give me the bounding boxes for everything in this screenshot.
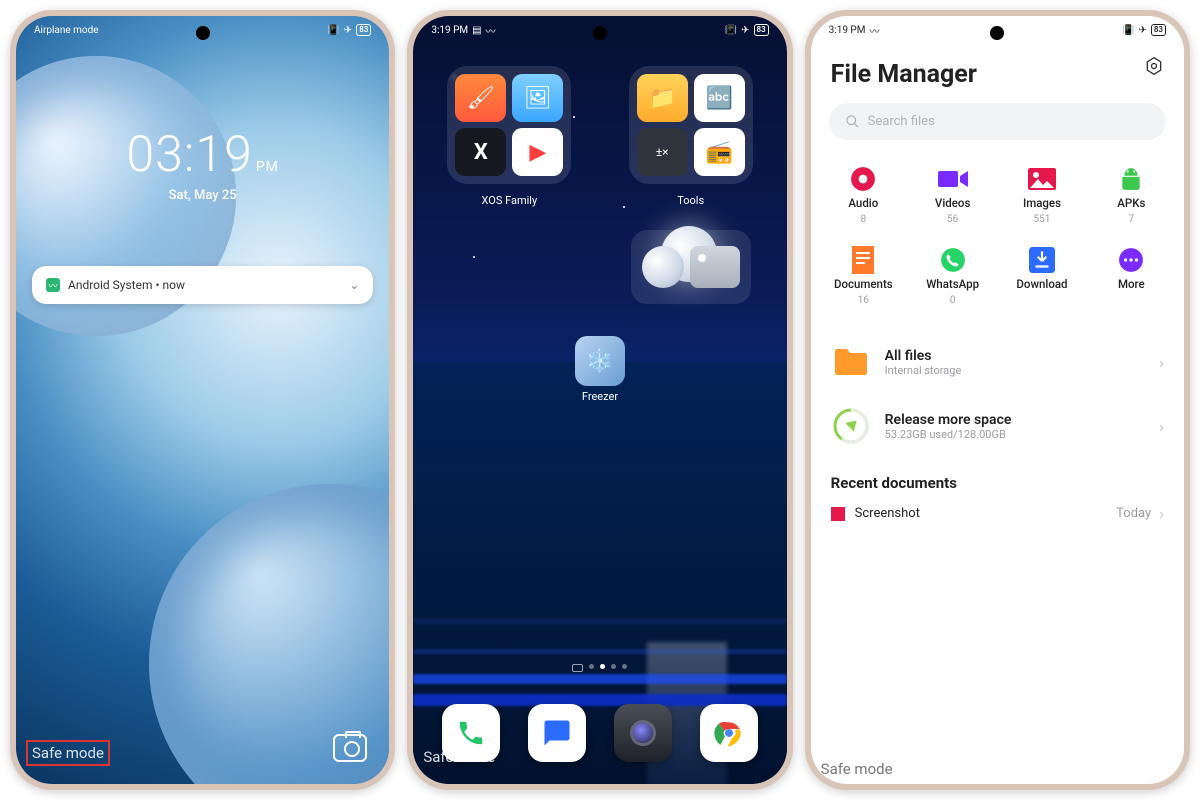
app-freezer[interactable]: ❄️ Freezer [575,336,625,403]
vibrate-icon: 📳 [725,25,737,36]
lock-clock: 03:19 PM Sat, May 25 [16,126,389,203]
status-time: 3:19 PM [431,25,468,36]
camera-icon [630,720,656,746]
camera-punch-hole [990,26,1004,40]
search-input[interactable]: Search files [829,103,1166,140]
theme-icon: 🖌 [467,86,495,111]
system-status-icon: 〰 [486,23,496,38]
row-title: Release more space [885,412,1146,428]
recent-header: Recent documents [811,458,1184,498]
all-files-row[interactable]: All filesInternal storage › [811,330,1184,394]
row-subtitle: Internal storage [885,364,1146,377]
clock-time: 03:19 [126,126,252,184]
search-icon [845,114,860,129]
chevron-right-icon: › [1159,417,1164,436]
chevron-right-icon: › [1159,353,1164,372]
recent-when: Today [1116,506,1151,521]
safe-mode-label: Safe mode [821,760,893,778]
folder-xos-family[interactable]: 🖌 🖼 X ▶ [447,66,571,184]
notif-title: Android System [68,278,153,292]
notification-card[interactable]: 〰 Android System • now ⌄ [32,266,373,304]
cat-apks[interactable]: APKs7 [1087,166,1176,225]
chevron-down-icon[interactable]: ⌄ [349,278,359,292]
safe-mode-label: Safe mode [26,740,110,766]
phone-homescreen: 3:19 PM ▤ 〰 📳 ✈ 83 🖌 🖼 X ▶ XOS Family [407,10,792,790]
cat-documents[interactable]: Documents16 [819,247,908,306]
vibrate-icon: 📳 [327,25,339,36]
page-title: File Manager [811,46,1184,103]
radio-icon: 📻 [705,140,732,165]
folder-tools[interactable]: 📁 🔤 ±× 📻 [629,66,753,184]
status-time: 3:19 PM [829,25,866,36]
freezer-icon: ❄️ [586,349,613,374]
battery-indicator: 83 [754,24,769,36]
camera-punch-hole [593,26,607,40]
homescreen-wallpaper: 3:19 PM ▤ 〰 📳 ✈ 83 🖌 🖼 X ▶ XOS Family [413,16,786,784]
vibrate-icon: 📳 [1122,25,1134,36]
cat-download[interactable]: Download [997,247,1086,306]
folder-label: Tools [629,194,753,207]
row-title: All files [885,348,1146,364]
chevron-right-icon: › [1159,504,1164,523]
airplane-icon: ✈ [1138,25,1146,36]
play-icon: ▶ [529,140,546,165]
phone-filemanager: 3:19 PM 〰 📳 ✈ 83 File Manager Search fil… [805,10,1190,790]
camera-punch-hole [196,26,210,40]
gallery-widget[interactable] [631,230,751,304]
app-chrome[interactable] [700,704,758,762]
recent-name: Screenshot [855,506,920,521]
calculator-icon: ±× [656,145,669,159]
app-camera[interactable] [614,704,672,762]
system-icon: 〰 [46,278,60,292]
folder-label: XOS Family [447,194,571,207]
notif-time: now [163,278,186,292]
notification-icon: ▤ [472,25,481,36]
app-messages[interactable] [528,704,586,762]
translate-icon: 🔤 [705,86,732,111]
cat-whatsapp[interactable]: WhatsApp0 [908,247,997,306]
category-grid: Audio8 Videos56 Images551 APKs7 Document… [811,166,1184,306]
x-app-icon: X [474,140,488,165]
app-label: Freezer [582,390,618,403]
cat-videos[interactable]: Videos56 [908,166,997,225]
airplane-icon: ✈ [344,25,352,36]
safe-mode-label: Safe mode [423,748,495,766]
image-icon [831,507,845,521]
clock-ampm: PM [256,159,279,175]
battery-indicator: 83 [356,24,371,36]
phone-lockscreen: Airplane mode 📳 ✈ 83 03:19 PM Sat, May 2… [10,10,395,790]
files-icon: 📁 [648,86,675,111]
recent-item[interactable]: Screenshot Today › [811,498,1184,523]
cat-audio[interactable]: Audio8 [819,166,908,225]
camera-shortcut-icon[interactable] [333,734,367,762]
clock-date: Sat, May 25 [16,188,389,203]
row-subtitle: 53.23GB used/128.00GB [885,428,1146,441]
system-status-icon: 〰 [869,23,879,38]
settings-button[interactable] [1144,56,1164,80]
cat-more[interactable]: More [1087,247,1176,306]
page-indicator[interactable] [413,664,786,672]
lockscreen-wallpaper: Airplane mode 📳 ✈ 83 03:19 PM Sat, May 2… [16,16,389,784]
release-space-row[interactable]: Release more space53.23GB used/128.00GB … [811,394,1184,458]
file-manager-app: 3:19 PM 〰 📳 ✈ 83 File Manager Search fil… [811,16,1184,784]
airplane-icon: ✈ [741,25,749,36]
battery-indicator: 83 [1151,24,1166,36]
search-placeholder: Search files [868,114,935,129]
airplane-mode-label: Airplane mode [34,25,99,36]
gallery-icon: 🖼 [524,86,552,111]
cat-images[interactable]: Images551 [997,166,1086,225]
